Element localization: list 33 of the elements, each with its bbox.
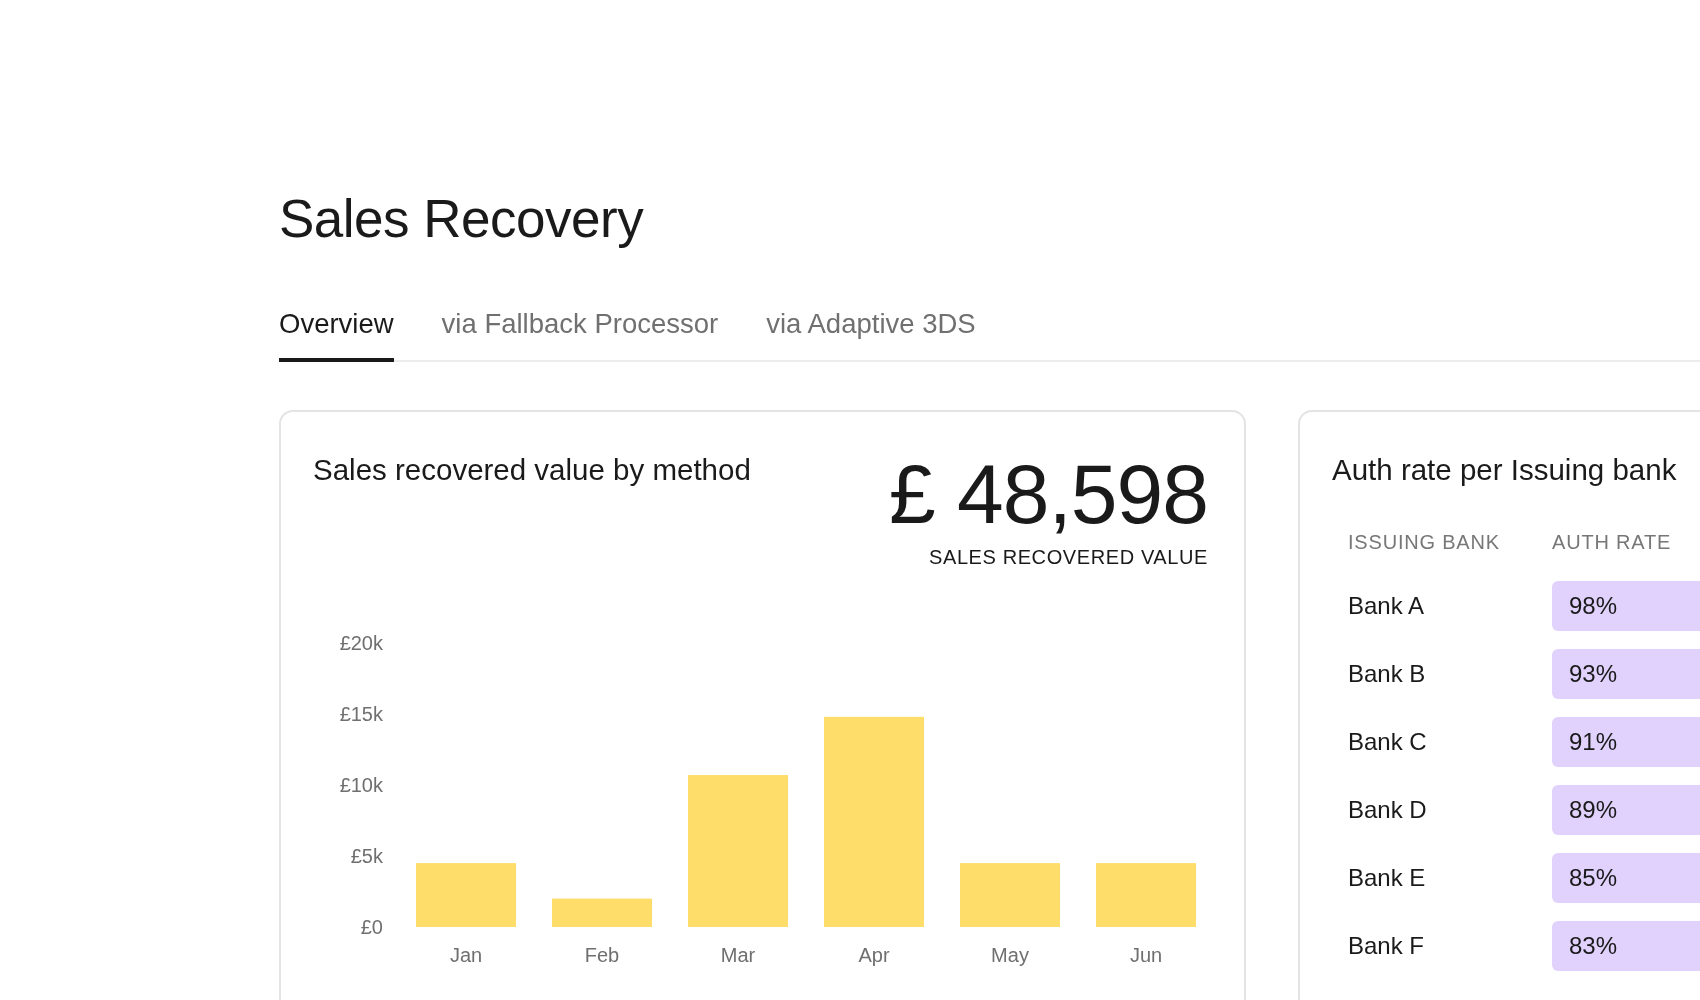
rate-cell: 89% [1552,785,1700,835]
table-cell-text: Bank B [1348,660,1427,688]
axis-label: May [991,944,1029,966]
tab[interactable]: via Fallback Processor [441,308,719,362]
rate-cell: 85% [1552,853,1700,903]
table-cell-text: Bank A [1348,592,1426,620]
axis-label: £10k [339,774,383,796]
axis-label: Feb [584,944,620,966]
table-cell-text: Bank E [1348,864,1427,892]
tab[interactable]: via Adaptive 3DS [766,308,976,362]
axis-label: £20k [339,632,383,654]
total-value: £ 48,598 [889,448,1208,540]
table-cell-text: Bank F [1348,932,1426,960]
axis-label: £0 [360,916,383,938]
rate-cell: 83% [1552,921,1700,971]
table-cell-text: Bank C [1348,728,1428,756]
card-title: Sales recovered value by method [313,452,751,488]
axis-label: Mar [720,944,756,966]
axis-label: Apr [858,944,890,966]
table-cell-text: Bank D [1348,796,1428,824]
rate-cell: 93% [1552,649,1700,699]
column-header: ISSUING BANK [1348,530,1501,554]
axis-label: £5k [350,845,383,867]
rate-cell: 98% [1552,581,1700,631]
total-label: SALES RECOVERED VALUE [929,546,1208,569]
page-title: Sales Recovery [279,188,645,250]
card-title: Auth rate per Issuing bank [1332,452,1678,488]
axis-label: £15k [339,703,383,725]
rate-cell: 91% [1552,717,1700,767]
column-header: AUTH RATE [1552,530,1673,554]
axis-label: Jun [1129,944,1163,966]
tab[interactable]: Overview [279,308,394,362]
axis-label: Jan [449,944,483,966]
